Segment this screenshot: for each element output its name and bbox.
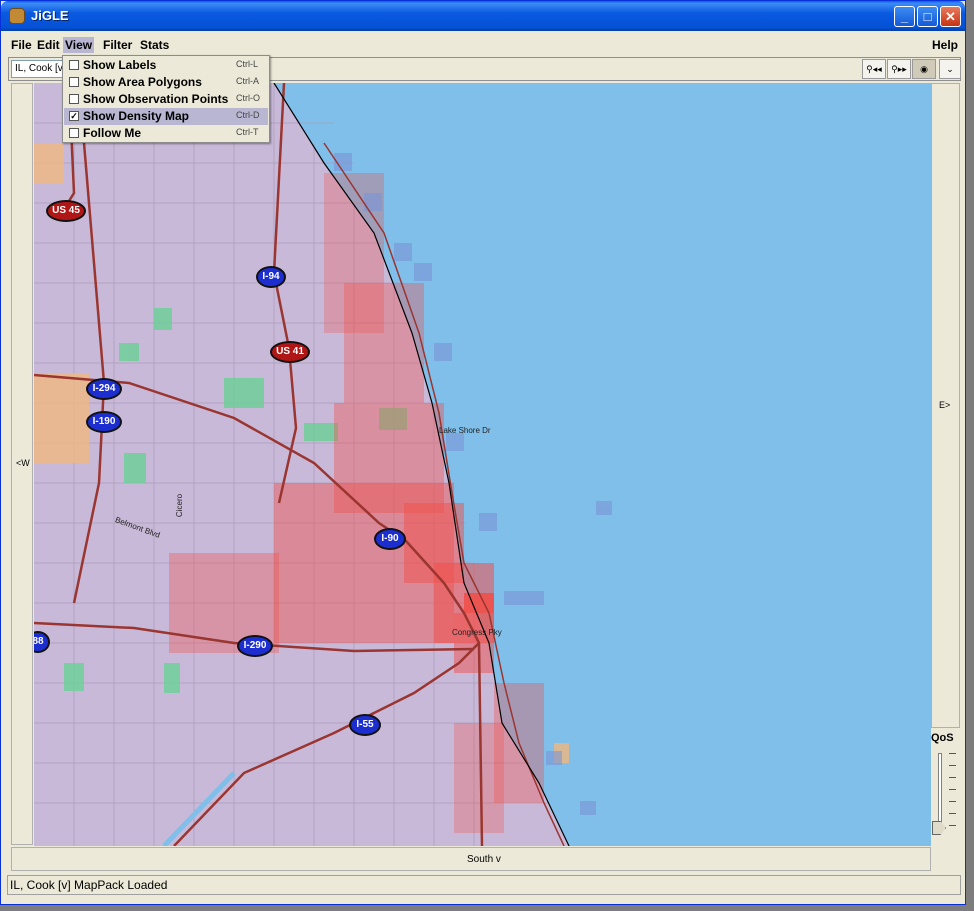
qos-label: QoS bbox=[931, 732, 954, 744]
route-shield: US 45 bbox=[46, 200, 86, 222]
app-window: JiGLE _ □ ✕ File Edit View Filter Stats … bbox=[0, 0, 966, 905]
view-menu-dropdown: Show Labels Ctrl-L Show Area Polygons Ct… bbox=[62, 55, 270, 143]
menu-help[interactable]: Help bbox=[930, 37, 960, 53]
pan-east-label: E> bbox=[939, 400, 951, 410]
route-shield: I-294 bbox=[86, 378, 122, 400]
menu-item-shortcut: Ctrl-L bbox=[236, 59, 258, 69]
checkbox-icon bbox=[69, 128, 79, 138]
chevron-down-icon: ⌄ bbox=[946, 64, 954, 74]
qos-panel: QoS bbox=[929, 729, 961, 845]
qos-tick bbox=[949, 765, 956, 766]
menu-item-shortcut: Ctrl-A bbox=[236, 76, 259, 86]
menu-item-show-area-polygons[interactable]: Show Area Polygons Ctrl-A bbox=[64, 74, 268, 91]
menu-file[interactable]: File bbox=[9, 37, 34, 53]
maximize-icon: □ bbox=[923, 9, 932, 24]
qos-tick bbox=[949, 789, 956, 790]
location-select[interactable]: IL, Cook [v] bbox=[11, 60, 63, 78]
qos-slider-track[interactable] bbox=[938, 753, 942, 831]
menu-item-follow-me[interactable]: Follow Me Ctrl-T bbox=[64, 125, 268, 142]
pan-south-button[interactable]: South v bbox=[11, 847, 931, 871]
pan-west-label: <W bbox=[16, 458, 30, 468]
menu-item-shortcut: Ctrl-T bbox=[236, 127, 259, 137]
map-canvas[interactable]: US 45 I-94 US 41 I-294 I-190 I-90 I-290 … bbox=[34, 83, 931, 846]
checkbox-icon bbox=[69, 94, 79, 104]
qos-tick bbox=[949, 825, 956, 826]
expand-button[interactable]: ⌄ bbox=[939, 59, 961, 79]
title-bar[interactable]: JiGLE _ □ ✕ bbox=[1, 1, 965, 31]
zoom-out-button[interactable]: ⚲▸▸ bbox=[887, 59, 911, 79]
menu-item-shortcut: Ctrl-D bbox=[236, 110, 260, 120]
menu-edit[interactable]: Edit bbox=[35, 37, 62, 53]
menu-item-label: Show Labels bbox=[83, 58, 157, 72]
zoom-in-icon: ⚲◂◂ bbox=[866, 64, 882, 74]
qos-tick bbox=[949, 801, 956, 802]
target-button[interactable]: ◉ bbox=[912, 59, 936, 79]
checkbox-checked-icon: ✓ bbox=[69, 111, 79, 121]
street-label: Congress Pky bbox=[452, 628, 502, 637]
menu-item-show-labels[interactable]: Show Labels Ctrl-L bbox=[64, 57, 268, 74]
menu-view[interactable]: View bbox=[63, 37, 95, 53]
menu-item-label: Show Observation Points bbox=[83, 92, 229, 106]
menu-stats[interactable]: Stats bbox=[138, 37, 171, 53]
app-logo-icon bbox=[9, 8, 25, 24]
route-shield: I-94 bbox=[256, 266, 286, 288]
route-shield: US 41 bbox=[270, 341, 310, 363]
street-label: Lake Shore Dr bbox=[439, 426, 491, 435]
pan-south-label: South v bbox=[467, 854, 501, 865]
qos-tick bbox=[949, 813, 956, 814]
pan-east-button[interactable]: E> bbox=[931, 83, 960, 728]
zoom-in-button[interactable]: ⚲◂◂ bbox=[862, 59, 886, 79]
window-title: JiGLE bbox=[31, 8, 69, 23]
maximize-button[interactable]: □ bbox=[917, 6, 938, 27]
route-shield: I-55 bbox=[349, 714, 381, 736]
menu-bar: File Edit View Filter Stats Help bbox=[1, 35, 965, 55]
close-button[interactable]: ✕ bbox=[940, 6, 961, 27]
menu-item-label: Show Area Polygons bbox=[83, 75, 202, 89]
menu-item-label: Show Density Map bbox=[83, 109, 190, 123]
pan-west-button[interactable]: <W bbox=[11, 83, 33, 845]
menu-item-shortcut: Ctrl-O bbox=[236, 93, 260, 103]
map-graphics bbox=[34, 83, 931, 846]
route-shield: I-190 bbox=[86, 411, 122, 433]
zoom-out-icon: ⚲▸▸ bbox=[891, 64, 907, 74]
qos-tick bbox=[949, 777, 956, 778]
minimize-icon: _ bbox=[900, 9, 909, 24]
street-label: Cicero bbox=[175, 493, 185, 518]
checkbox-icon bbox=[69, 77, 79, 87]
menu-filter[interactable]: Filter bbox=[101, 37, 134, 53]
status-bar: IL, Cook [v] MapPack Loaded bbox=[7, 875, 961, 895]
menu-item-show-density-map[interactable]: ✓ Show Density Map Ctrl-D bbox=[64, 108, 268, 125]
menu-item-show-observation-points[interactable]: Show Observation Points Ctrl-O bbox=[64, 91, 268, 108]
route-shield: I-290 bbox=[237, 635, 273, 657]
qos-tick bbox=[949, 753, 956, 754]
route-shield: I-90 bbox=[374, 528, 406, 550]
checkbox-icon bbox=[69, 60, 79, 70]
target-icon: ◉ bbox=[920, 64, 928, 74]
menu-item-label: Follow Me bbox=[83, 126, 141, 140]
close-icon: ✕ bbox=[945, 9, 956, 24]
minimize-button[interactable]: _ bbox=[894, 6, 915, 27]
qos-slider-thumb[interactable] bbox=[932, 821, 946, 835]
